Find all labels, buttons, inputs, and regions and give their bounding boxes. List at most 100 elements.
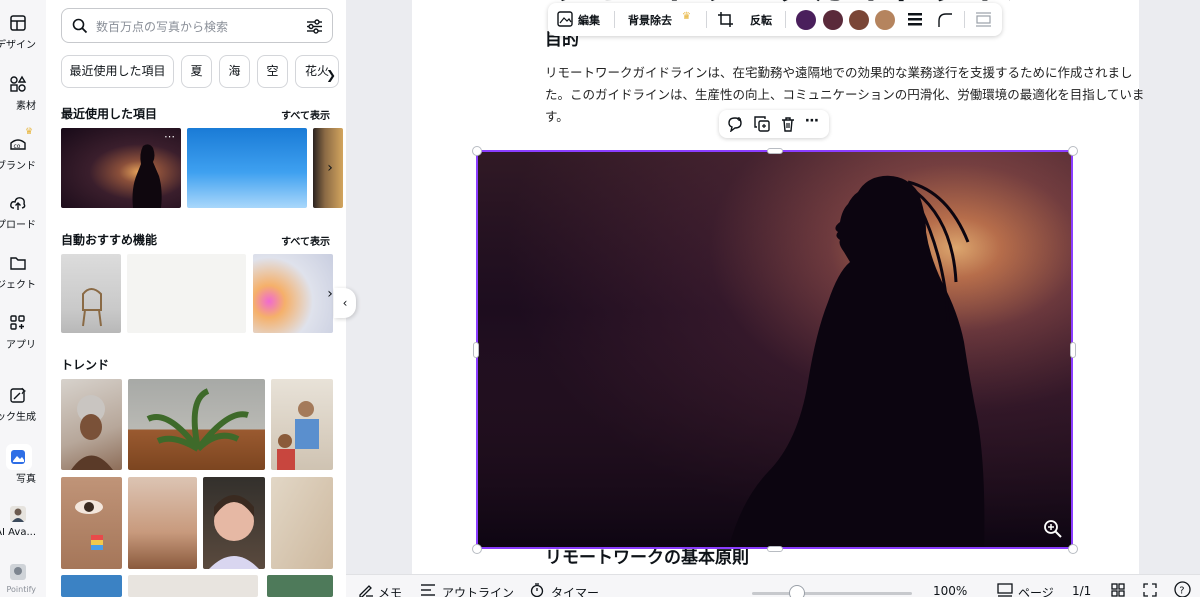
- recent-photo-silhouette[interactable]: ⋯: [61, 128, 181, 208]
- trend-photo-row3-3[interactable]: [267, 575, 333, 597]
- duplicate-icon[interactable]: [754, 116, 770, 132]
- rail-item-brand[interactable]: co ♛ ブランド: [0, 127, 46, 193]
- trend-photo-family[interactable]: [271, 379, 333, 470]
- crop-icon[interactable]: [718, 12, 733, 27]
- see-all-auto-link[interactable]: すべて表示: [281, 233, 330, 248]
- fullscreen-icon[interactable]: [1143, 583, 1157, 597]
- recent-photo-sky[interactable]: [187, 128, 307, 208]
- color-swatch-2[interactable]: [823, 10, 843, 30]
- rail-label: アプリ: [6, 340, 36, 351]
- app: デザイン 素材 co ♛ ブランド ップロード ロジェクト アプリ ジック生成: [0, 0, 1200, 597]
- pages-icon: [997, 583, 1013, 597]
- resize-handle-bottom[interactable]: [767, 546, 783, 552]
- position-icon[interactable]: [976, 12, 991, 27]
- chip-sea[interactable]: 海: [219, 55, 250, 88]
- brand-icon: co: [10, 139, 26, 150]
- trend-photo-row3-2[interactable]: [128, 575, 258, 597]
- selected-photo[interactable]: [476, 150, 1073, 549]
- rail-label: デザイン: [0, 40, 36, 51]
- border-style-icon[interactable]: [908, 13, 922, 26]
- see-all-recent-link[interactable]: すべて表示: [281, 107, 330, 122]
- divider: [706, 11, 707, 28]
- resize-handle-tl[interactable]: [472, 146, 482, 156]
- collapse-panel-button[interactable]: ‹: [334, 288, 356, 318]
- pages-button[interactable]: ページ: [1018, 584, 1054, 597]
- chevron-right-icon[interactable]: ›: [320, 158, 340, 178]
- svg-text:co: co: [14, 143, 21, 150]
- help-icon[interactable]: ?: [1174, 581, 1191, 597]
- chip-summer[interactable]: 夏: [181, 55, 212, 88]
- auto-photo-chair[interactable]: [61, 254, 121, 333]
- trend-photo-plant[interactable]: [128, 379, 265, 470]
- flip-button[interactable]: 反転: [750, 12, 772, 28]
- resize-handle-tr[interactable]: [1068, 146, 1078, 156]
- zoom-in-icon[interactable]: [1043, 519, 1063, 539]
- rail-item-photos[interactable]: 写真: [0, 444, 46, 506]
- crown-icon: ♛: [25, 127, 34, 137]
- family-shape: [277, 401, 319, 470]
- chip-sky[interactable]: 空: [257, 55, 288, 88]
- bottom-bar: メモ アウトライン タイマー 100% ページ 1/1 ?: [346, 574, 1200, 597]
- zoom-level[interactable]: 100%: [933, 584, 967, 597]
- silhouette-photo: [478, 152, 1071, 547]
- apps-icon: [10, 315, 25, 330]
- resize-handle-br[interactable]: [1068, 544, 1078, 554]
- rail-item-uploads[interactable]: ップロード: [0, 194, 46, 252]
- resize-handle-right[interactable]: [1070, 342, 1076, 358]
- divider: [614, 11, 615, 28]
- rail-label: 写真: [16, 474, 36, 485]
- comment-add-icon[interactable]: [727, 116, 743, 132]
- edit-button[interactable]: 編集: [578, 12, 600, 28]
- trend-photo-row3-1[interactable]: [61, 575, 122, 597]
- rail-label: 素材: [16, 101, 36, 112]
- color-swatch-4[interactable]: [875, 10, 895, 30]
- notes-icon: [359, 585, 373, 597]
- rail-item-pointify[interactable]: Pointify: [0, 563, 46, 597]
- rail-label: D AI Ava...: [0, 527, 36, 538]
- color-swatch-1[interactable]: [796, 10, 816, 30]
- trend-photo-girl[interactable]: [203, 477, 265, 569]
- resize-handle-left[interactable]: [473, 342, 479, 358]
- auto-photo-white[interactable]: [127, 254, 246, 333]
- rail-item-apps[interactable]: アプリ: [0, 314, 46, 372]
- image-toolbar: 編集 背景除去 ♛ 反転: [548, 3, 1002, 36]
- search-input[interactable]: 数百万点の写真から検索: [61, 8, 333, 43]
- more-options-icon[interactable]: ⋯: [164, 130, 175, 143]
- chevron-right-icon[interactable]: ❯: [326, 68, 336, 82]
- outline-icon: [421, 584, 435, 596]
- zoom-slider-thumb[interactable]: [788, 585, 805, 597]
- rail-item-elements[interactable]: 素材: [0, 75, 46, 133]
- rail-label: ジック生成: [0, 412, 36, 423]
- outline-button[interactable]: アウトライン: [442, 584, 514, 597]
- trend-photo-woman[interactable]: [61, 379, 122, 470]
- grid-view-icon[interactable]: [1111, 583, 1125, 597]
- filter-icon[interactable]: [306, 18, 323, 35]
- trash-icon[interactable]: [780, 116, 796, 132]
- corner-rounding-icon[interactable]: [937, 12, 952, 27]
- trend-photo-sunset[interactable]: [128, 477, 197, 569]
- background-remover-button[interactable]: 背景除去: [628, 12, 672, 28]
- trend-photo-eye[interactable]: [61, 477, 122, 569]
- chip-recent[interactable]: 最近使用した項目: [61, 55, 174, 88]
- divider: [785, 11, 786, 28]
- portrait-shape: [71, 395, 113, 470]
- eye-shape: [75, 500, 103, 550]
- more-options-icon[interactable]: ⋯: [805, 113, 819, 129]
- timer-button[interactable]: タイマー: [551, 584, 599, 597]
- resize-handle-top[interactable]: [767, 148, 783, 154]
- resize-handle-bl[interactable]: [472, 544, 482, 554]
- rail-item-projects[interactable]: ロジェクト: [0, 254, 46, 312]
- rail-label: Pointify: [6, 585, 37, 594]
- color-swatch-3[interactable]: [849, 10, 869, 30]
- rail-item-design[interactable]: デザイン: [0, 14, 46, 72]
- trend-photo-shadow[interactable]: [271, 477, 333, 569]
- rail-item-magic[interactable]: ジック生成: [0, 386, 46, 444]
- purpose-paragraph[interactable]: リモートワークガイドラインは、在宅勤務や遠隔地での効果的な業務遂行を支援するため…: [545, 62, 1145, 128]
- notes-button[interactable]: メモ: [378, 584, 402, 597]
- rail-item-ai-avatar[interactable]: D AI Ava...: [0, 505, 46, 563]
- rail-label: ブランド: [0, 161, 36, 172]
- shapes-icon: [10, 75, 27, 92]
- edit-image-icon: [557, 11, 573, 27]
- zoom-slider[interactable]: [752, 592, 912, 595]
- search-icon: [72, 18, 88, 34]
